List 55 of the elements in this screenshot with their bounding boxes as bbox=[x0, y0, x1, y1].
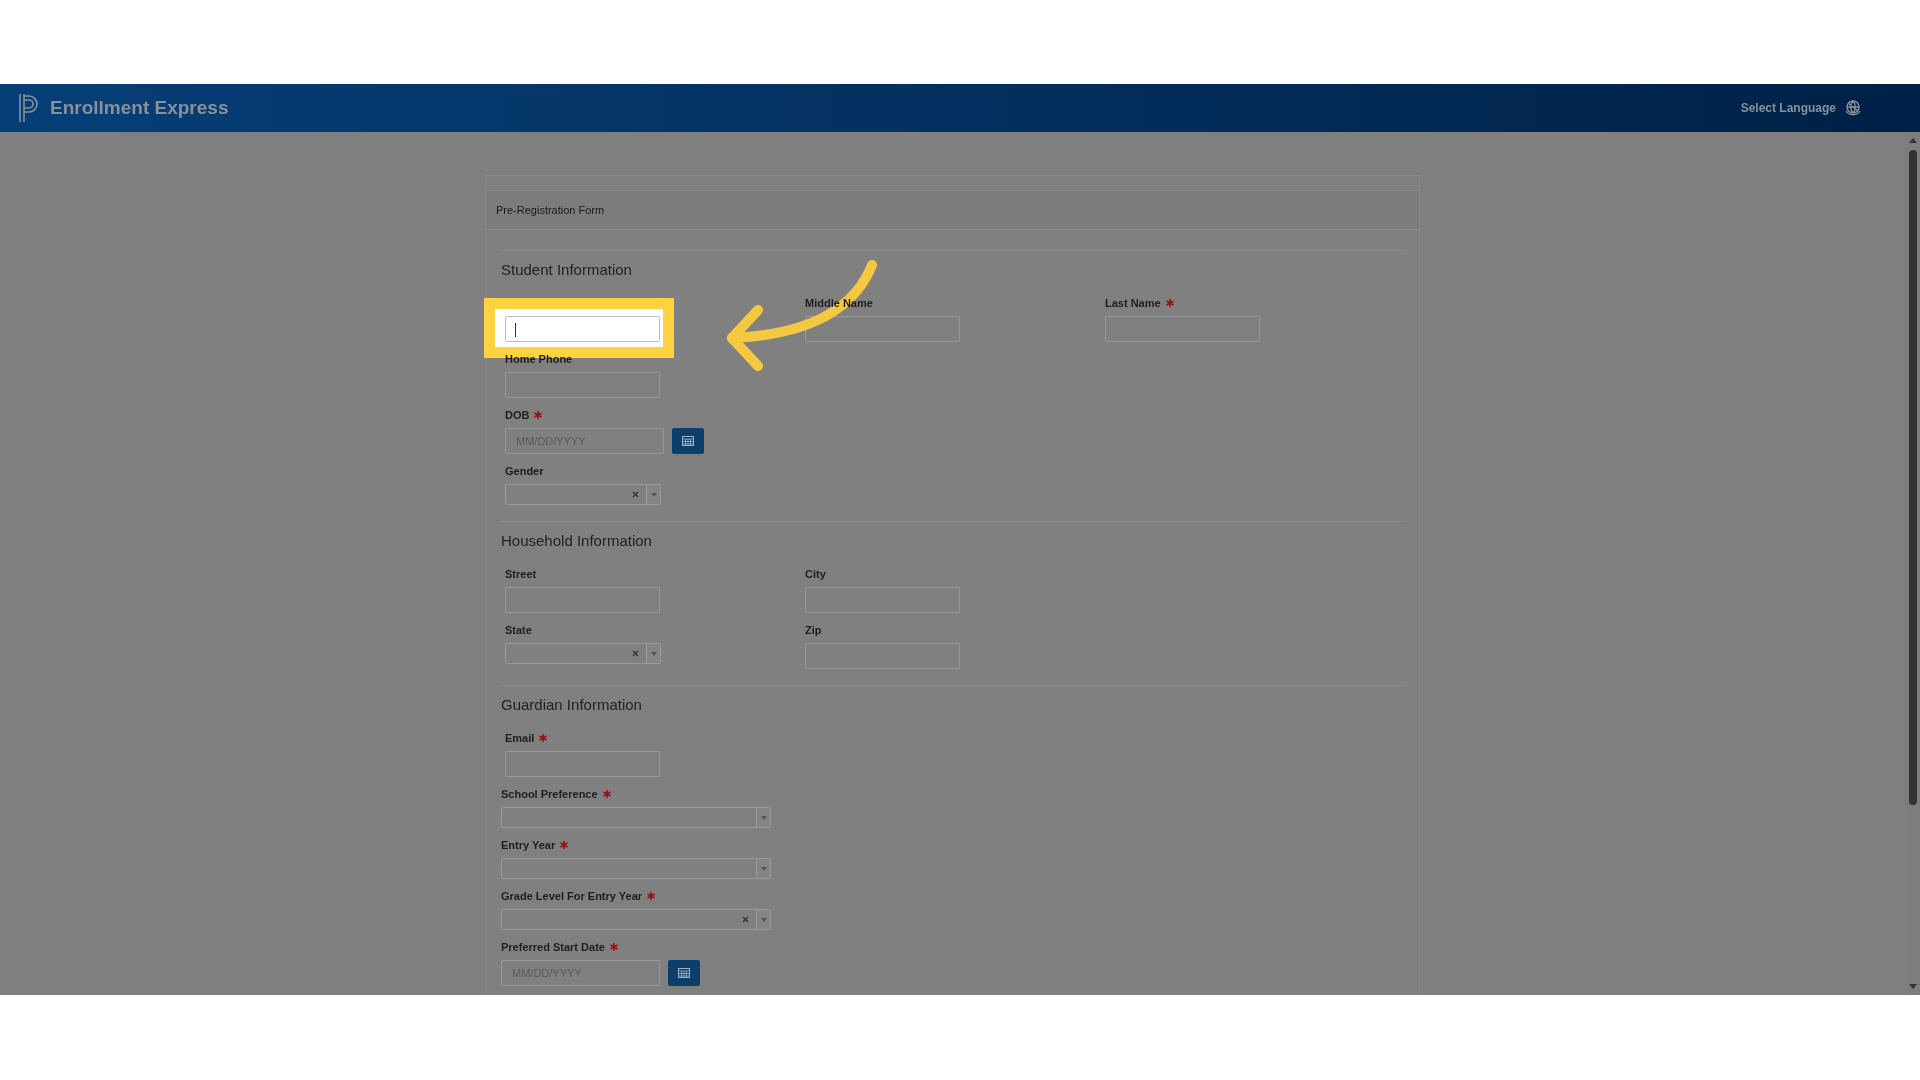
calendar-icon bbox=[682, 436, 694, 446]
required-icon bbox=[1165, 299, 1174, 307]
field-label: Zip bbox=[805, 624, 822, 636]
text-field[interactable] bbox=[1105, 316, 1260, 342]
field-label: Entry Year bbox=[501, 839, 556, 851]
calendar-button[interactable] bbox=[672, 428, 704, 454]
text-field[interactable] bbox=[505, 372, 660, 398]
caret-icon bbox=[760, 917, 767, 922]
dropdown[interactable] bbox=[501, 909, 771, 930]
section-title: Student Information bbox=[501, 261, 633, 278]
text-field[interactable] bbox=[805, 643, 960, 669]
field-label: Last Name bbox=[1105, 297, 1161, 309]
field-label: Gender bbox=[505, 465, 544, 477]
caret-icon bbox=[650, 492, 657, 497]
calendar-icon bbox=[678, 968, 690, 978]
dropdown[interactable] bbox=[505, 643, 661, 664]
select-language-link[interactable]: Select Language bbox=[1740, 101, 1836, 115]
required-icon bbox=[647, 892, 656, 900]
section-title: Household Information bbox=[501, 532, 653, 549]
caret-icon bbox=[650, 651, 657, 656]
field-label: DOB bbox=[505, 409, 530, 421]
field-label: Email bbox=[505, 732, 535, 744]
required-icon bbox=[602, 790, 611, 798]
text-field[interactable] bbox=[505, 316, 660, 342]
scroll-thumb[interactable] bbox=[1908, 150, 1917, 805]
scroll-up-icon[interactable] bbox=[1907, 136, 1918, 144]
calendar-button[interactable] bbox=[668, 960, 700, 986]
field-label: State bbox=[505, 624, 532, 636]
text-field[interactable] bbox=[505, 587, 660, 613]
field-label: Street bbox=[505, 568, 537, 580]
required-icon bbox=[560, 841, 569, 849]
globe-icon[interactable] bbox=[1844, 99, 1862, 117]
field-label: Preferred Start Date bbox=[501, 941, 605, 953]
dropdown[interactable] bbox=[501, 807, 771, 828]
field-label: City bbox=[805, 568, 826, 580]
caret-icon bbox=[760, 815, 767, 820]
section-title: Guardian Information bbox=[501, 696, 643, 713]
required-icon bbox=[534, 411, 543, 419]
field-label: School Preference bbox=[501, 788, 598, 800]
text-field[interactable] bbox=[505, 751, 660, 777]
text-field[interactable] bbox=[805, 316, 960, 342]
text-field[interactable] bbox=[805, 587, 960, 613]
field-label: Grade Level For Entry Year bbox=[501, 890, 643, 902]
clear-icon[interactable] bbox=[632, 650, 639, 657]
dropdown[interactable] bbox=[505, 484, 661, 505]
app-title: Enrollment Express bbox=[50, 97, 229, 119]
dropdown[interactable] bbox=[501, 858, 771, 879]
required-icon bbox=[609, 943, 618, 951]
clear-icon[interactable] bbox=[742, 916, 749, 923]
required-icon bbox=[539, 734, 548, 742]
scroll-down-icon[interactable] bbox=[1907, 983, 1918, 991]
clear-icon[interactable] bbox=[632, 491, 639, 498]
form-title: Pre-Registration Form bbox=[496, 204, 605, 216]
text-cursor bbox=[515, 323, 516, 337]
caret-icon bbox=[760, 866, 767, 871]
